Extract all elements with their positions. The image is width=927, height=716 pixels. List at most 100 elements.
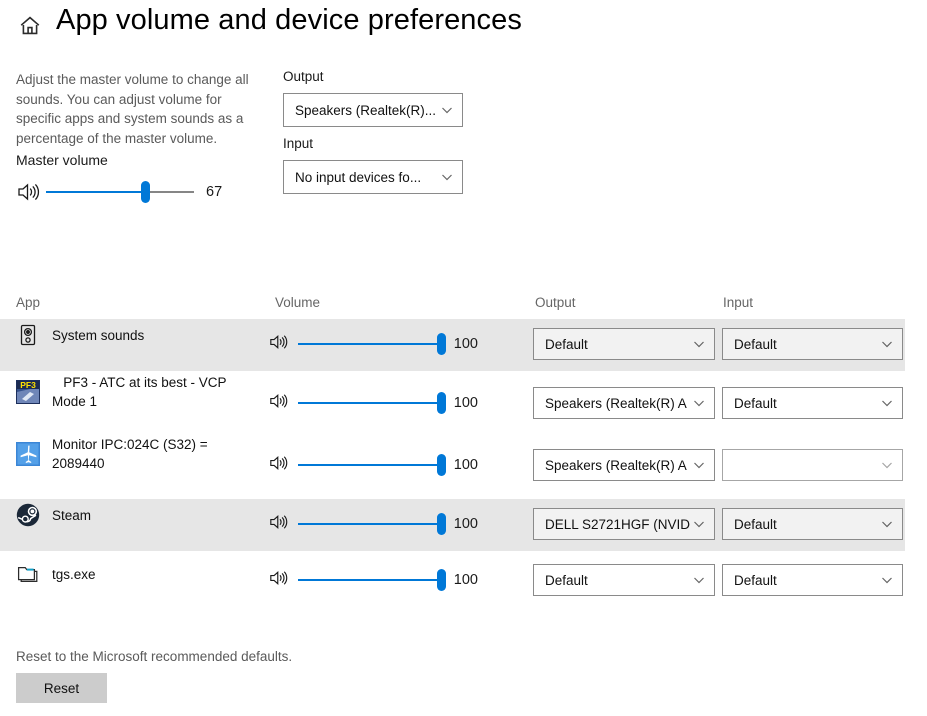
slider-fill	[298, 523, 442, 525]
chevron-down-icon	[692, 458, 706, 472]
intro-description: Adjust the master volume to change all s…	[16, 72, 249, 146]
app-name: System sounds	[52, 327, 145, 343]
selected-value: Speakers (Realtek(R) A	[545, 457, 687, 473]
slider-thumb[interactable]	[140, 181, 150, 203]
app-output-select[interactable]: Default	[533, 328, 715, 360]
speaker-icon	[16, 181, 42, 203]
app-cell: PF3 PF3 - ATC at its best - VCP Mode 1	[16, 373, 252, 411]
airplane-icon	[16, 442, 40, 466]
chevron-down-icon	[440, 170, 454, 184]
speaker-icon	[268, 513, 294, 535]
app-volume-slider[interactable]	[298, 512, 447, 536]
input-device-label: Input	[283, 136, 314, 151]
app-output-select[interactable]: Speakers (Realtek(R) A	[533, 449, 715, 481]
slider-fill	[298, 464, 442, 466]
app-input-select[interactable]: Default	[722, 387, 903, 419]
chevron-down-icon	[692, 337, 706, 351]
chevron-down-icon	[880, 573, 894, 587]
output-device-value: Speakers (Realtek(R)...	[295, 102, 437, 118]
slider-thumb[interactable]	[437, 333, 447, 355]
column-header-output: Output	[535, 295, 576, 310]
selected-value: Speakers (Realtek(R) A	[545, 395, 687, 411]
app-output-select[interactable]: Speakers (Realtek(R) A	[533, 387, 715, 419]
app-name: Monitor IPC:024C (S32) = 2089440	[52, 437, 212, 471]
app-name: tgs.exe	[52, 566, 96, 582]
speaker-icon	[268, 569, 294, 591]
slider-fill	[298, 579, 442, 581]
chevron-down-icon	[692, 396, 706, 410]
selected-value: Default	[734, 572, 777, 588]
page-header: App volume and device preferences	[0, 0, 927, 52]
svg-text:PF3: PF3	[20, 380, 36, 390]
app-volume-slider[interactable]	[298, 332, 447, 356]
chevron-down-icon	[692, 573, 706, 587]
input-device-select[interactable]: No input devices fo...	[283, 160, 463, 194]
speaker-icon	[268, 333, 294, 355]
pf3-app-icon: PF3	[16, 380, 40, 404]
slider-thumb[interactable]	[437, 569, 447, 591]
app-input-select[interactable]: Default	[722, 328, 903, 360]
app-volume-value: 100	[453, 395, 478, 411]
app-volume-value: 100	[453, 457, 478, 473]
column-header-input: Input	[723, 295, 754, 310]
master-volume-label: Master volume	[16, 152, 108, 168]
reset-description: Reset to the Microsoft recommended defau…	[16, 649, 293, 664]
app-volume-slider[interactable]	[298, 568, 447, 592]
master-volume-slider[interactable]	[46, 180, 194, 204]
slider-thumb[interactable]	[437, 392, 447, 414]
selected-value: Default	[734, 516, 777, 532]
chevron-down-icon	[880, 396, 894, 410]
selected-value: Default	[545, 572, 588, 588]
speaker-icon	[268, 454, 294, 476]
app-volume-device-preferences-page: App volume and device preferences Adjust…	[0, 0, 927, 716]
app-input-select[interactable]: Default	[722, 564, 903, 596]
column-header-volume: Volume	[275, 295, 321, 310]
input-device-value: No input devices fo...	[295, 169, 422, 185]
app-name: Steam	[52, 507, 92, 523]
app-volume-control[interactable]: 100	[268, 391, 478, 415]
steam-icon	[16, 503, 40, 527]
selected-value: Default	[734, 336, 777, 352]
chevron-down-icon	[692, 517, 706, 531]
chevron-down-icon	[440, 103, 454, 117]
master-volume-value: 67	[206, 184, 223, 200]
app-cell: tgs.exe	[16, 562, 96, 586]
app-name: PF3 - ATC at its best - VCP Mode 1	[52, 375, 231, 409]
chevron-down-icon	[880, 517, 894, 531]
selected-value: Default	[545, 336, 588, 352]
app-volume-value: 100	[453, 516, 478, 532]
app-volume-control[interactable]: 100	[268, 512, 478, 536]
chevron-down-icon	[880, 337, 894, 351]
column-header-app: App	[16, 295, 41, 310]
app-cell: System sounds	[16, 323, 144, 347]
slider-thumb[interactable]	[437, 513, 447, 535]
slider-fill	[298, 343, 442, 345]
home-icon[interactable]	[16, 12, 44, 40]
app-volume-value: 100	[453, 336, 478, 352]
reset-button[interactable]: Reset	[16, 673, 107, 703]
app-cell: Monitor IPC:024C (S32) = 2089440	[16, 435, 252, 473]
app-volume-control[interactable]: 100	[268, 453, 478, 477]
chevron-down-icon	[880, 458, 894, 472]
app-input-select[interactable]	[722, 449, 903, 481]
app-volume-control[interactable]: 100	[268, 568, 478, 592]
app-output-select[interactable]: Default	[533, 564, 715, 596]
master-volume-control[interactable]: 67	[16, 178, 226, 206]
page-title: App volume and device preferences	[56, 4, 522, 36]
app-input-select[interactable]: Default	[722, 508, 903, 540]
selected-value: Default	[734, 395, 777, 411]
slider-fill	[46, 191, 146, 193]
app-volume-slider[interactable]	[298, 453, 447, 477]
app-volume-slider[interactable]	[298, 391, 447, 415]
app-volume-control[interactable]: 100	[268, 332, 478, 356]
output-device-label: Output	[283, 69, 324, 84]
output-device-select[interactable]: Speakers (Realtek(R)...	[283, 93, 463, 127]
app-cell: Steam	[16, 503, 91, 527]
speaker-icon	[268, 392, 294, 414]
selected-value: DELL S2721HGF (NVID	[545, 516, 691, 532]
slider-thumb[interactable]	[437, 454, 447, 476]
system-sounds-icon	[16, 323, 40, 347]
app-volume-value: 100	[453, 572, 478, 588]
app-output-select[interactable]: DELL S2721HGF (NVID	[533, 508, 715, 540]
slider-fill	[298, 402, 442, 404]
